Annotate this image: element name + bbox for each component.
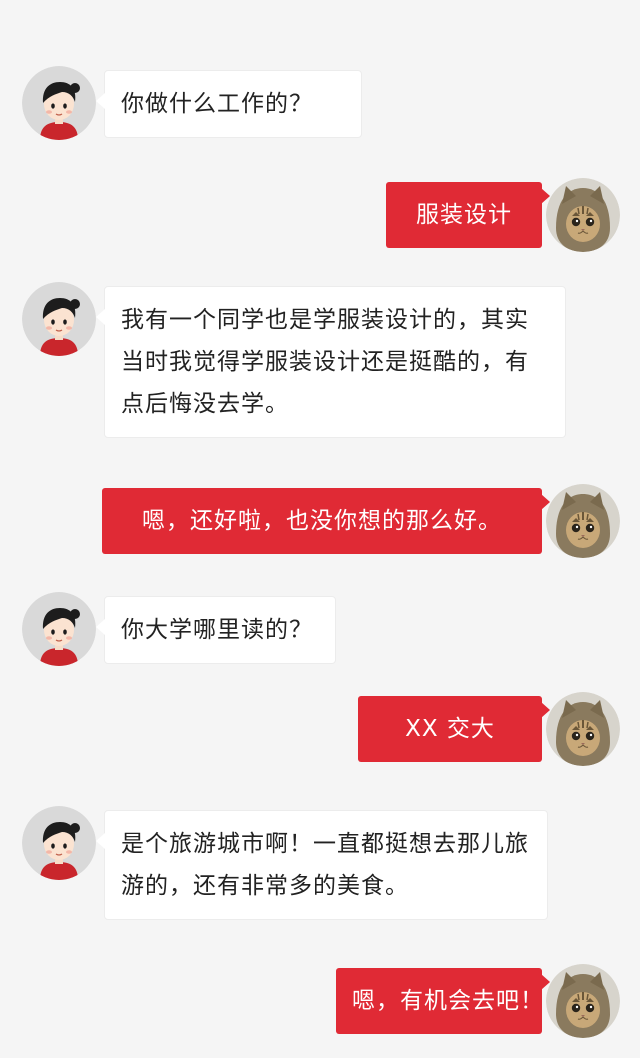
kitten-avatar-icon[interactable] (546, 692, 620, 766)
cartoon-girl-avatar-icon[interactable] (22, 592, 96, 666)
message-text-line: 嗯，有机会去吧！ (352, 988, 544, 1014)
message-bubble[interactable]: XX 交大 (358, 696, 550, 762)
kitten-avatar-icon[interactable] (546, 178, 620, 252)
message-text-line: 服装设计 (416, 202, 512, 228)
message-bubble[interactable]: 我有一个同学也是学服装设计的，其实 当时我觉得学服装设计还是挺酷的，有 点后悔没去学… (96, 286, 566, 438)
cartoon-girl-avatar-icon[interactable] (22, 282, 96, 356)
kitten-avatar-icon[interactable] (546, 484, 620, 558)
message-text-line: 你大学哪里读的？ (121, 617, 313, 643)
message-text-line: 是个旅游城市啊！一直都挺想去那儿旅 (121, 831, 529, 857)
message-text-line: 嗯，还好啦，也没你想的那么好。 (142, 508, 502, 534)
message-text-line: 点后悔没去学。 (121, 391, 289, 417)
message-bubble[interactable]: 你做什么工作的？ (96, 70, 362, 138)
chat-conversation: 你做什么工作的？ 服装设计我有一个同学也是学服装设计的，其实 当时我觉得学服装设计还… (0, 0, 640, 1058)
message-bubble[interactable]: 你大学哪里读的？ (96, 596, 336, 664)
cartoon-girl-avatar-icon[interactable] (22, 806, 96, 880)
message-bubble[interactable]: 是个旅游城市啊！一直都挺想去那儿旅 游的，还有非常多的美食。 (96, 810, 548, 920)
message-bubble[interactable]: 嗯，还好啦，也没你想的那么好。 (102, 488, 550, 554)
cartoon-girl-avatar-icon[interactable] (22, 66, 96, 140)
message-text-line: XX 交大 (405, 716, 495, 742)
message-bubble[interactable]: 服装设计 (386, 182, 550, 248)
message-text-line: 当时我觉得学服装设计还是挺酷的，有 (121, 349, 529, 375)
message-text-line: 游的，还有非常多的美食。 (121, 873, 409, 899)
message-text-line: 我有一个同学也是学服装设计的，其实 (121, 307, 529, 333)
message-text-line: 你做什么工作的？ (121, 91, 313, 117)
kitten-avatar-icon[interactable] (546, 964, 620, 1038)
message-bubble[interactable]: 嗯，有机会去吧！ (336, 968, 550, 1034)
